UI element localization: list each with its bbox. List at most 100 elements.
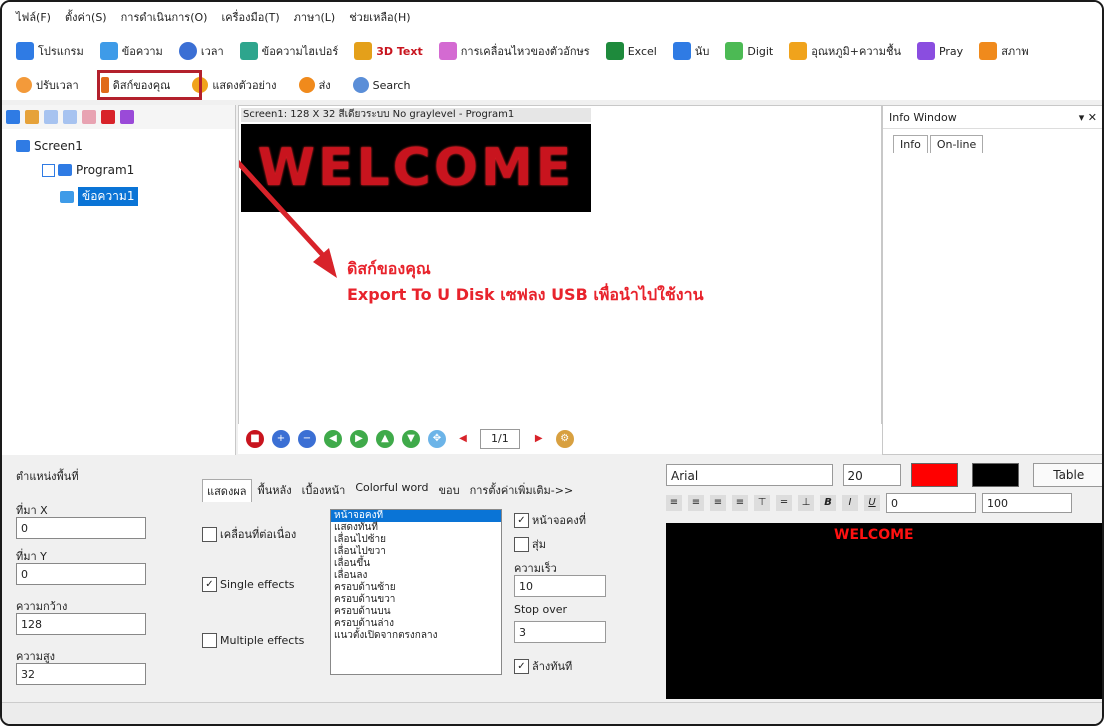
delete-icon[interactable]: [101, 110, 115, 124]
tree-node-program[interactable]: Program1: [42, 163, 134, 177]
prev-page-icon[interactable]: ◀: [454, 430, 472, 448]
align-left-icon[interactable]: ≡: [666, 495, 682, 511]
menu-operation[interactable]: การดำเนินการ(O): [121, 8, 208, 26]
align-right-icon[interactable]: ≡: [710, 495, 726, 511]
single-effects-checkbox[interactable]: ✓ Single effects: [202, 577, 295, 592]
add-screen-icon[interactable]: [6, 110, 20, 124]
list-item[interactable]: แสดงทันที: [331, 522, 501, 534]
width-field[interactable]: 128: [16, 613, 146, 635]
settings-gear-icon[interactable]: ⚙: [555, 430, 574, 448]
move-left-icon[interactable]: ◀: [324, 430, 342, 448]
font-size-select[interactable]: 20: [842, 464, 902, 486]
move-right-icon[interactable]: ▶: [350, 430, 368, 448]
bg-color-swatch[interactable]: [972, 463, 1020, 487]
center-move-icon[interactable]: ✥: [428, 430, 446, 448]
list-item[interactable]: เลื่อนลง: [331, 570, 501, 582]
status-button[interactable]: สภาพ: [979, 42, 1029, 60]
list-item[interactable]: ครอบด้านล่าง: [331, 618, 501, 630]
next-page-icon[interactable]: ▶: [530, 430, 548, 448]
list-item[interactable]: ครอบด้านบน: [331, 606, 501, 618]
height-field[interactable]: 32: [16, 663, 146, 685]
add-program-icon[interactable]: [25, 110, 39, 124]
speed-select[interactable]: 10: [514, 575, 606, 597]
justify-icon[interactable]: ≡: [732, 495, 748, 511]
pray-button[interactable]: Pray: [916, 42, 963, 60]
preview-button[interactable]: แสดงตัวอย่าง: [188, 74, 280, 96]
text-edit-canvas[interactable]: WELCOME: [666, 523, 1102, 699]
tab-background[interactable]: พื้นหลัง: [254, 479, 296, 502]
program-tree-pane: Screen1 Program1 ข้อความ1: [2, 105, 236, 455]
3d-text-button[interactable]: 3D Text: [354, 42, 423, 60]
tab-colorful-word[interactable]: Colorful word: [351, 479, 432, 502]
list-item[interactable]: ครอบด้านซ้าย: [331, 582, 501, 594]
spacing-field[interactable]: 0: [886, 493, 976, 513]
select-all-icon[interactable]: [120, 110, 134, 124]
bottom-panel: ตำแหน่งพื้นที่ ที่มา X 0 ที่มา Y 0 ความก…: [2, 457, 1102, 702]
menu-file[interactable]: ไฟล์(F): [16, 8, 51, 26]
program-button[interactable]: โปรแกรม: [16, 42, 84, 60]
adjust-time-button[interactable]: ปรับเวลา: [12, 74, 83, 96]
zoom-field[interactable]: 100: [982, 493, 1072, 513]
temperature-button[interactable]: อุณหภูมิ+ความชื้น: [789, 42, 901, 60]
stop-over-select[interactable]: 3: [514, 621, 606, 643]
pin-close-icons[interactable]: ▾ ✕: [1079, 111, 1097, 124]
menu-language[interactable]: ภาษา(L): [294, 8, 336, 26]
excel-button[interactable]: Excel: [605, 42, 657, 60]
tree-node-text[interactable]: ข้อความ1: [60, 187, 139, 206]
copy-icon[interactable]: [44, 110, 58, 124]
hypertext-button[interactable]: ข้อความไฮเปอร์: [239, 42, 338, 60]
text-icon: [60, 190, 74, 203]
animation-button[interactable]: การเคลื่อนไหวของตัวอักษร: [438, 42, 590, 60]
paste-icon[interactable]: [63, 110, 77, 124]
tab-foreground[interactable]: เบื้องหน้า: [298, 479, 350, 502]
list-item[interactable]: แนวตั้งเปิดจากตรงกลาง: [331, 630, 501, 642]
list-item[interactable]: เลื่อนไปซ้าย: [331, 534, 501, 546]
counter-button[interactable]: นับ: [672, 42, 709, 60]
list-item[interactable]: เลื่อนไปขวา: [331, 546, 501, 558]
text-color-swatch[interactable]: [911, 463, 959, 487]
move-down-icon[interactable]: ▼: [402, 430, 420, 448]
time-button[interactable]: เวลา: [178, 42, 224, 60]
zoom-out-icon[interactable]: −: [298, 430, 316, 448]
send-button[interactable]: ส่ง: [295, 74, 335, 96]
bold-icon[interactable]: B: [820, 495, 836, 511]
y-field[interactable]: 0: [16, 563, 146, 585]
valign-middle-icon[interactable]: ═: [776, 495, 792, 511]
app-window: ไฟล์(F) ตั้งค่า(S) การดำเนินการ(O) เครื่…: [0, 0, 1104, 726]
menu-settings[interactable]: ตั้งค่า(S): [65, 8, 107, 26]
table-button[interactable]: Table: [1033, 463, 1102, 487]
move-up-icon[interactable]: ▲: [376, 430, 394, 448]
italic-icon[interactable]: I: [842, 495, 858, 511]
zoom-in-icon[interactable]: +: [272, 430, 290, 448]
x-field[interactable]: 0: [16, 517, 146, 539]
digit-button[interactable]: Digit: [725, 42, 773, 60]
effects-list[interactable]: หน้าจอคงที่ แสดงทันที เลื่อนไปซ้าย เลื่อ…: [330, 509, 502, 675]
underline-icon[interactable]: U: [864, 495, 880, 511]
list-item[interactable]: ครอบด้านขวา: [331, 594, 501, 606]
list-item[interactable]: หน้าจอคงที่: [331, 510, 501, 522]
font-select[interactable]: Arial: [666, 464, 833, 486]
stop-icon[interactable]: ■: [246, 430, 264, 448]
editor-text: WELCOME: [834, 527, 914, 543]
tab-display[interactable]: แสดงผล: [202, 479, 252, 502]
tab-info[interactable]: Info: [893, 135, 928, 153]
tab-more-settings[interactable]: การตั้งค่าเพิ่มเติม->>: [466, 479, 578, 502]
continuous-move-checkbox[interactable]: เคลื่อนที่ต่อเนื่อง: [202, 525, 296, 543]
valign-bottom-icon[interactable]: ⊥: [798, 495, 814, 511]
tree-node-screen[interactable]: Screen1: [16, 139, 83, 153]
menu-tools[interactable]: เครื่องมือ(T): [221, 8, 279, 26]
random-checkbox[interactable]: สุ่ม: [514, 535, 546, 553]
move-icon[interactable]: [82, 110, 96, 124]
tab-border[interactable]: ขอบ: [434, 479, 463, 502]
clear-now-checkbox[interactable]: ✓ ล้างทันที: [514, 657, 572, 675]
static-screen-checkbox[interactable]: ✓ หน้าจอคงที่: [514, 511, 586, 529]
search-button[interactable]: Search: [349, 75, 415, 95]
list-item[interactable]: เลื่อนขึ้น: [331, 558, 501, 570]
valign-top-icon[interactable]: ⊤: [754, 495, 770, 511]
align-center-icon[interactable]: ≡: [688, 495, 704, 511]
multiple-effects-checkbox[interactable]: Multiple effects: [202, 633, 304, 648]
menu-help[interactable]: ช่วยเหลือ(H): [349, 8, 410, 26]
checkbox-icon[interactable]: [42, 163, 55, 177]
tab-online[interactable]: On-line: [929, 135, 984, 153]
text-button[interactable]: ข้อความ: [99, 42, 163, 60]
